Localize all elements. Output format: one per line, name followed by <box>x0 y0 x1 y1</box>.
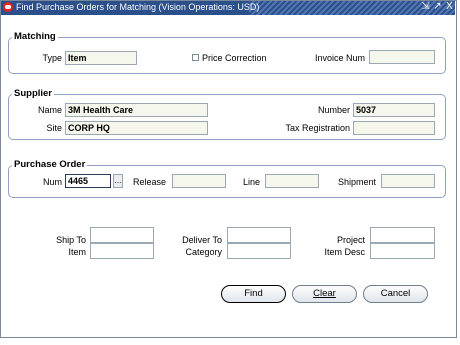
project-field[interactable] <box>370 227 435 243</box>
category-field[interactable] <box>227 243 291 259</box>
clear-button[interactable]: Clear <box>292 285 357 303</box>
supplier-number-label: Number <box>317 105 350 115</box>
item-label: Item <box>68 247 86 257</box>
deliver-to-field[interactable] <box>227 227 291 243</box>
matching-group-title: Matching <box>12 31 58 42</box>
purchase-order-group-title: Purchase Order <box>12 159 88 170</box>
item-field[interactable] <box>90 243 154 259</box>
line-field[interactable] <box>265 174 319 188</box>
close-icon[interactable]: X <box>444 1 455 13</box>
po-num-field[interactable]: 4465 <box>65 174 111 188</box>
cancel-button-label: Cancel <box>380 288 411 299</box>
resize-icon[interactable]: ⇲ <box>420 1 431 13</box>
type-field[interactable]: Item <box>65 51 137 65</box>
oracle-app-icon <box>3 2 13 12</box>
supplier-group-title: Supplier <box>12 88 55 99</box>
tax-registration-label: Tax Registration <box>285 123 350 133</box>
shipment-label: Shipment <box>337 177 376 187</box>
release-label: Release <box>132 177 166 187</box>
supplier-site-label: Site <box>46 123 62 133</box>
window-title: Find Purchase Orders for Matching (Visio… <box>16 2 260 12</box>
cancel-button[interactable]: Cancel <box>363 285 428 303</box>
invoice-num-label: Invoice Num <box>314 53 365 63</box>
item-desc-field[interactable] <box>370 243 435 259</box>
item-desc-label: Item Desc <box>324 247 365 257</box>
type-label: Type <box>42 53 62 63</box>
release-field[interactable] <box>172 174 226 188</box>
tax-registration-field[interactable] <box>353 121 435 135</box>
price-correction-checkbox[interactable] <box>192 54 199 61</box>
find-button[interactable]: Find <box>221 285 286 303</box>
supplier-site-field[interactable]: CORP HQ <box>65 121 208 135</box>
po-num-label: Num <box>42 177 62 187</box>
line-label: Line <box>242 177 260 187</box>
supplier-name-field[interactable]: 3M Health Care <box>65 103 208 117</box>
maximize-icon[interactable]: ↗ <box>432 1 443 13</box>
po-num-lov-button[interactable]: ... <box>113 174 123 188</box>
supplier-number-field[interactable]: 5037 <box>353 103 435 117</box>
ship-to-field[interactable] <box>90 227 154 243</box>
supplier-name-label: Name <box>37 105 62 115</box>
shipment-field[interactable] <box>381 174 435 188</box>
clear-button-label: Clear <box>313 288 336 299</box>
price-correction-label: Price Correction <box>202 53 267 63</box>
invoice-num-field[interactable] <box>369 50 435 64</box>
category-label: Category <box>185 247 222 257</box>
